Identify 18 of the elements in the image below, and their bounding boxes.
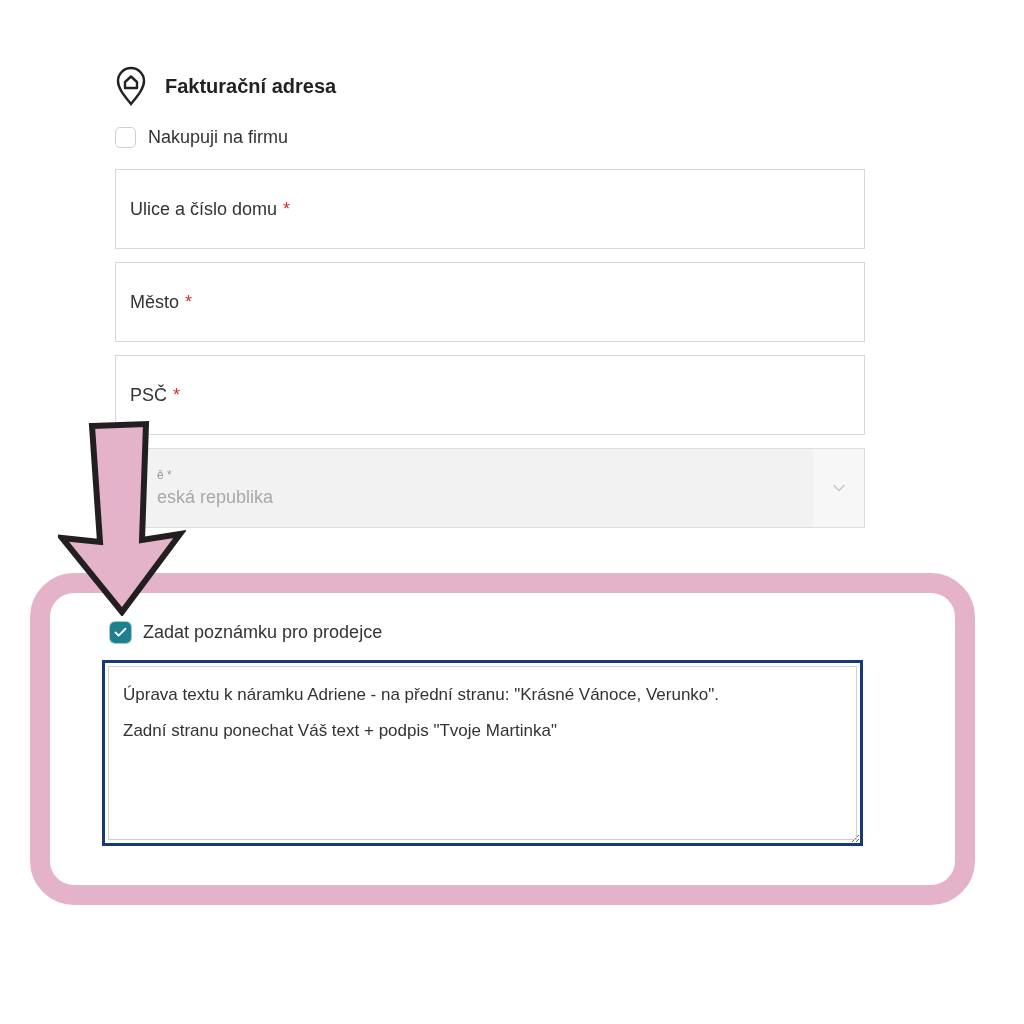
select-value: eská republika (157, 485, 274, 509)
checkbox-label: Nakupuji na firmu (148, 126, 289, 149)
note-textarea[interactable]: Úprava textu k náramku Adriene - na přední stranu: "Krásné Vánoce, Verunko". Zadní stranu ponechat Váš text + podpis "Tvoje Martinka" (102, 660, 863, 846)
required-mark: * (185, 290, 193, 314)
text-field[interactable]: Město * (115, 262, 865, 342)
field-label: PSČ (130, 383, 167, 407)
checkbox[interactable] (110, 622, 131, 643)
required-mark: * (173, 383, 181, 407)
location-pin-icon (115, 66, 147, 106)
text-field[interactable]: Ulice a číslo domu * (115, 169, 865, 249)
checkbox-label: Zadat poznámku pro prodejce (143, 621, 383, 644)
text-field[interactable]: PSČ * (115, 355, 865, 435)
check-icon (113, 625, 128, 640)
field-label: Město (130, 290, 180, 314)
section-title: Fakturační adresa (165, 74, 337, 99)
required-mark: * (283, 197, 291, 221)
select-label: ě * (157, 466, 172, 484)
field-label: Ulice a číslo domu (130, 197, 278, 221)
